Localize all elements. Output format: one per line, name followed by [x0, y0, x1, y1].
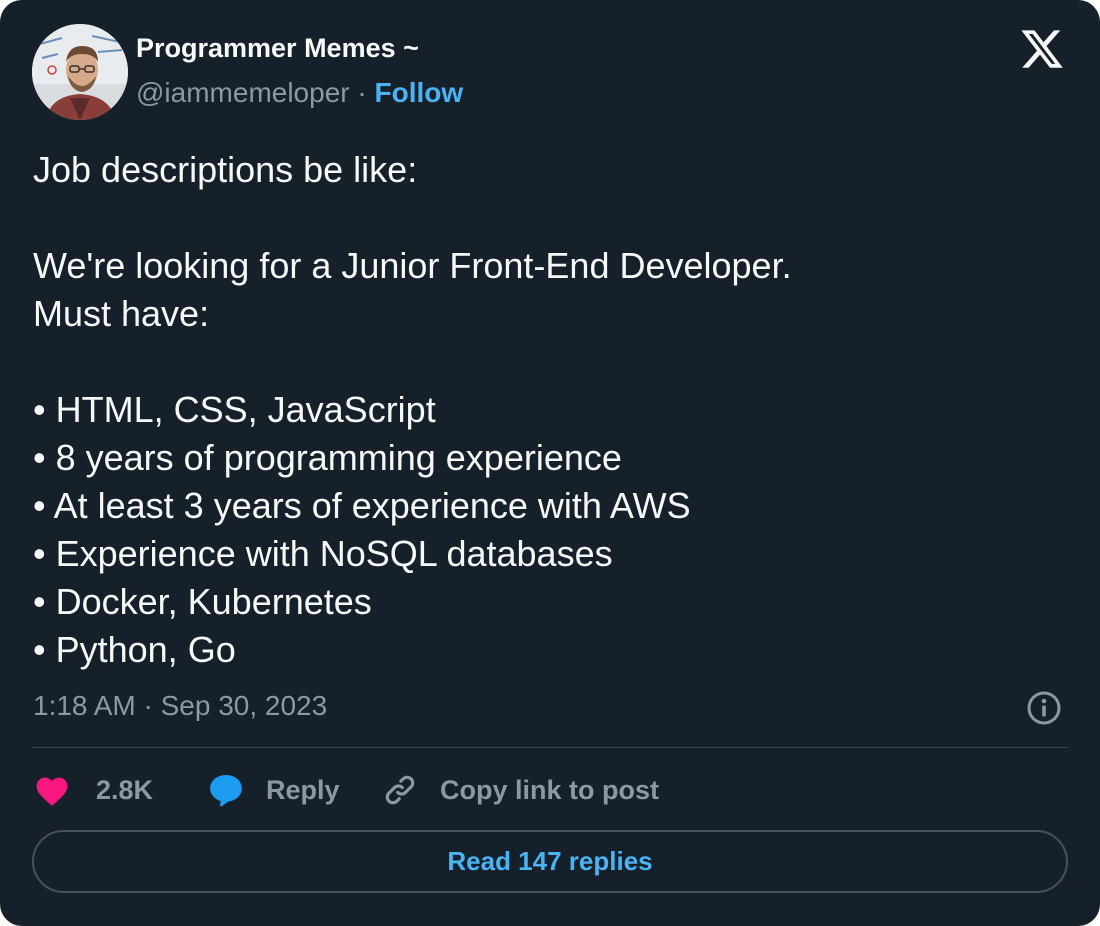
read-replies-label: Read 147 replies	[447, 846, 653, 876]
author-handle[interactable]: @iammemeloper	[136, 77, 350, 108]
copy-link-label: Copy link to post	[440, 774, 659, 805]
post-timestamp[interactable]: 1:18 AM · Sep 30, 2023	[33, 690, 327, 722]
reply-label: Reply	[266, 774, 340, 805]
reply-bubble-icon	[210, 774, 242, 807]
tweet-card: Programmer Memes ~ @iammemeloper · Follo…	[0, 0, 1100, 926]
tweet-line: Job descriptions be like:	[33, 149, 418, 190]
link-icon	[385, 775, 415, 805]
tweet-bullet: • Python, Go	[33, 629, 236, 670]
separator-dot: ·	[357, 77, 367, 108]
avatar-photo	[32, 24, 128, 120]
heart-icon	[36, 777, 68, 806]
tweet-bullet: • At least 3 years of experience with AW…	[33, 485, 691, 526]
like-button[interactable]: 2.8K	[33, 770, 153, 810]
tweet-bullet: • HTML, CSS, JavaScript	[33, 389, 436, 430]
author-meta: @iammemeloper · Follow	[136, 77, 463, 109]
info-icon[interactable]	[1026, 690, 1062, 726]
tweet-text: Job descriptions be like: We're looking …	[33, 146, 1063, 674]
x-logo-icon[interactable]	[1019, 26, 1065, 72]
tweet-bullet: • Docker, Kubernetes	[33, 581, 372, 622]
read-replies-button[interactable]: Read 147 replies	[32, 830, 1068, 893]
like-count: 2.8K	[96, 774, 154, 805]
copy-link-button[interactable]: Copy link to post	[381, 770, 659, 810]
follow-button[interactable]: Follow	[375, 77, 464, 108]
author-name[interactable]: Programmer Memes ~	[136, 33, 419, 64]
avatar[interactable]	[32, 24, 128, 120]
tweet-line: Must have:	[33, 293, 210, 334]
divider	[32, 747, 1068, 748]
reply-button[interactable]: Reply	[207, 770, 340, 810]
tweet-line: We're looking for a Junior Front-End Dev…	[33, 245, 792, 286]
tweet-bullet: • Experience with NoSQL databases	[33, 533, 613, 574]
tweet-bullet: • 8 years of programming experience	[33, 437, 622, 478]
